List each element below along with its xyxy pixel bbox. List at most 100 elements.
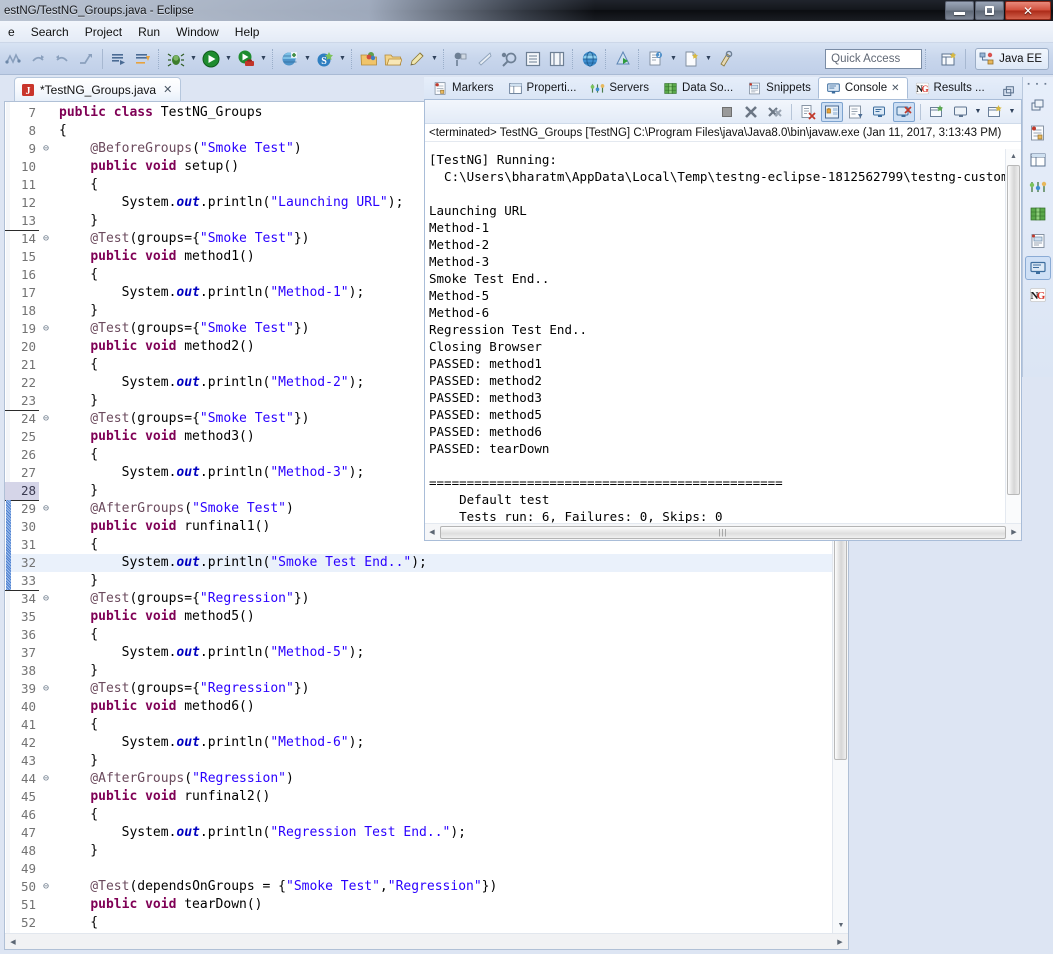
view-tab-console[interactable]: Console ✕: [817, 77, 908, 99]
console-output[interactable]: [TestNG] Running: C:\Users\bharatm\AppDa…: [425, 149, 1005, 523]
view-tab-data-so[interactable]: Data So...: [656, 77, 740, 99]
snippets-icon[interactable]: [1025, 229, 1051, 253]
code-line[interactable]: 49: [5, 860, 832, 878]
code-line[interactable]: 51 public void tearDown(): [5, 896, 832, 914]
edit-dropdown-icon[interactable]: ▼: [429, 48, 440, 70]
toggle-breakpoint-icon[interactable]: [450, 48, 472, 70]
coverage-icon[interactable]: [235, 48, 257, 70]
terminate-icon[interactable]: [716, 102, 738, 122]
menu-item-project[interactable]: Project: [77, 23, 130, 41]
debug-dropdown-icon[interactable]: ▼: [188, 48, 199, 70]
scroll-right-icon[interactable]: ▶: [832, 934, 848, 950]
editor-hscroll-track[interactable]: [21, 935, 832, 949]
menu-item-source[interactable]: e: [0, 23, 23, 41]
data-source-icon[interactable]: [1025, 202, 1051, 226]
new-console-view-icon[interactable]: [926, 102, 948, 122]
code-line[interactable]: 40 public void method6(): [5, 698, 832, 716]
code-line[interactable]: 37 System.out.println("Method-5");: [5, 644, 832, 662]
code-line[interactable]: 36 {: [5, 626, 832, 644]
skip-breakpoints-icon[interactable]: [474, 48, 496, 70]
fold-collapse-icon[interactable]: ⊖: [39, 878, 53, 896]
new-java-class-icon[interactable]: J: [645, 48, 667, 70]
toggle-mark-occurrences-icon[interactable]: [3, 48, 25, 70]
run-dropdown-icon[interactable]: ▼: [223, 48, 234, 70]
debug-icon[interactable]: [165, 48, 187, 70]
close-icon[interactable]: ✕: [891, 83, 899, 94]
search-icon[interactable]: [715, 48, 737, 70]
code-line[interactable]: 33 }: [5, 572, 832, 591]
code-line[interactable]: 44 ⊖ @AfterGroups("Regression"): [5, 770, 832, 788]
console-scroll-left-icon[interactable]: ◀: [425, 525, 439, 540]
code-line[interactable]: 43 }: [5, 752, 832, 770]
view-tab-properti[interactable]: Properti...: [501, 77, 584, 99]
close-icon[interactable]: ✕: [163, 83, 172, 96]
fold-collapse-icon[interactable]: ⊖: [39, 770, 53, 788]
menu-item-window[interactable]: Window: [168, 23, 227, 41]
next-edit-icon[interactable]: [108, 48, 130, 70]
code-line[interactable]: 38 }: [5, 662, 832, 680]
external-tools-dropdown-icon[interactable]: ▼: [302, 48, 313, 70]
fold-collapse-icon[interactable]: ⊖: [39, 500, 53, 518]
fold-collapse-icon[interactable]: ⊖: [39, 410, 53, 428]
code-line[interactable]: 50 ⊖ @Test(dependsOnGroups = {"Smoke Test…: [5, 878, 832, 896]
view-tab-snippets[interactable]: Snippets: [740, 77, 818, 99]
view-bar-handle[interactable]: ▪ ▪ ▪: [1027, 81, 1048, 91]
menu-item-search[interactable]: Search: [23, 23, 77, 41]
code-line[interactable]: 32 System.out.println("Smoke Test End.."…: [5, 554, 832, 572]
testng-results-icon[interactable]: NG: [1025, 283, 1051, 307]
close-button[interactable]: ✕: [1005, 1, 1051, 20]
restore-view-stack-icon[interactable]: [1025, 94, 1051, 118]
restore-button[interactable]: [975, 1, 1004, 20]
code-line[interactable]: 45 public void runfinal2(): [5, 788, 832, 806]
fold-collapse-icon[interactable]: ⊖: [39, 320, 53, 338]
last-edit-location-icon[interactable]: [75, 48, 97, 70]
console-vertical-scrollbar[interactable]: ▲: [1005, 149, 1021, 523]
open-console-menu-icon[interactable]: [984, 102, 1006, 122]
console-scroll-thumb[interactable]: [1007, 165, 1020, 495]
remove-launch-icon[interactable]: [740, 102, 762, 122]
run-icon[interactable]: [200, 48, 222, 70]
minimize-view-icon[interactable]: [1002, 85, 1016, 99]
pin-console-icon[interactable]: [845, 102, 867, 122]
code-line[interactable]: 34 ⊖ @Test(groups={"Regression"}): [5, 590, 832, 608]
edit-pencil-icon[interactable]: [406, 48, 428, 70]
editor-tab-testng-groups[interactable]: J *TestNG_Groups.java ✕: [14, 77, 182, 101]
view-tab-markers[interactable]: Markers: [426, 77, 501, 99]
external-tools-icon[interactable]: [279, 48, 301, 70]
open-console-icon[interactable]: [893, 101, 915, 122]
quick-access-input[interactable]: Quick Access: [825, 48, 923, 69]
next-annotation-marker-icon[interactable]: [132, 48, 154, 70]
editor-horizontal-scrollbar[interactable]: ◀ ▶: [5, 933, 848, 949]
fold-collapse-icon[interactable]: ⊖: [39, 230, 53, 248]
code-line[interactable]: 48 }: [5, 842, 832, 860]
display-console-icon[interactable]: [950, 102, 972, 122]
run-testng-icon[interactable]: [612, 48, 634, 70]
previous-annotation-icon[interactable]: [27, 48, 49, 70]
remove-all-terminated-icon[interactable]: [764, 102, 786, 122]
scroll-left-icon[interactable]: ◀: [5, 934, 21, 950]
display-console-dropdown-icon[interactable]: ▼: [973, 108, 983, 115]
fold-collapse-icon[interactable]: ⊖: [39, 140, 53, 158]
clear-console-icon[interactable]: [797, 102, 819, 122]
display-selected-console-icon[interactable]: [869, 102, 891, 122]
coverage-dropdown-icon[interactable]: ▼: [258, 48, 269, 70]
scroll-lock-icon[interactable]: [821, 101, 843, 122]
new-java-package-icon[interactable]: [358, 48, 380, 70]
code-line[interactable]: 35 public void method5(): [5, 608, 832, 626]
code-line[interactable]: 42 System.out.println("Method-6");: [5, 734, 832, 752]
open-web-browser-icon[interactable]: [579, 48, 601, 70]
console-horizontal-scrollbar[interactable]: ◀ ||| ▶: [425, 523, 1021, 540]
server-dropdown-icon[interactable]: ▼: [337, 48, 348, 70]
properties-icon[interactable]: [1025, 148, 1051, 172]
servers-icon[interactable]: [1025, 175, 1051, 199]
minimize-button[interactable]: [945, 1, 974, 20]
server-icon[interactable]: S: [314, 48, 336, 70]
code-line[interactable]: 39 ⊖ @Test(groups={"Regression"}): [5, 680, 832, 698]
code-line[interactable]: 41 {: [5, 716, 832, 734]
code-line[interactable]: 46 {: [5, 806, 832, 824]
console-scroll-up-icon[interactable]: ▲: [1006, 149, 1021, 163]
console-scroll-right-icon[interactable]: ▶: [1007, 525, 1021, 540]
next-annotation-icon[interactable]: [51, 48, 73, 70]
code-line[interactable]: 47 System.out.println("Regression Test E…: [5, 824, 832, 842]
open-perspective-icon[interactable]: [937, 48, 961, 70]
